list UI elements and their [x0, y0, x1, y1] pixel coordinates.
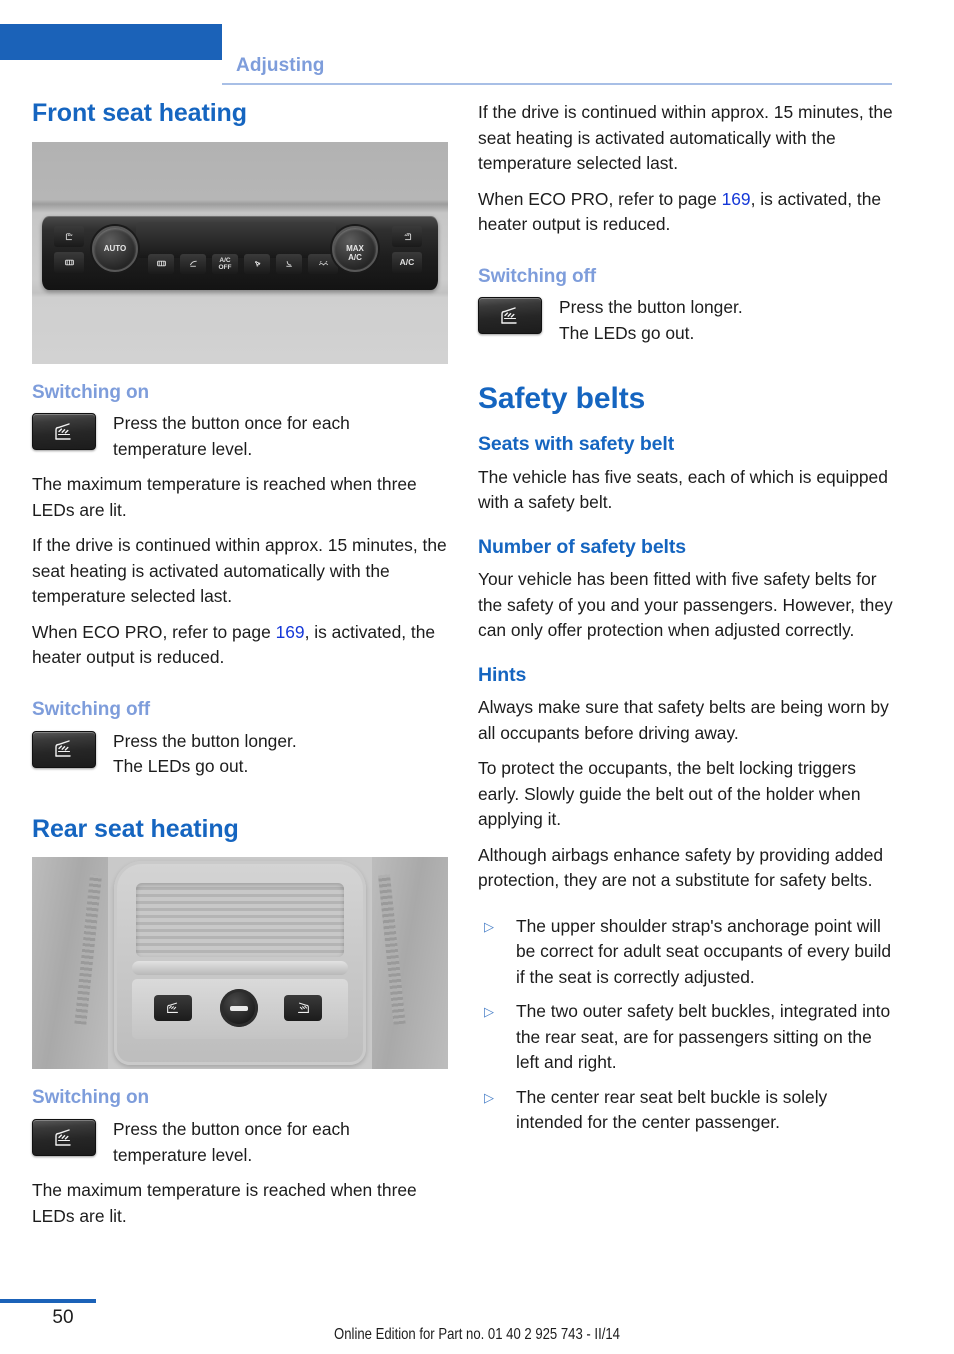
- header-rule: [222, 83, 892, 85]
- heading-rear-seat-heating: Rear seat heating: [32, 814, 239, 843]
- airflow-face-button-icon: [180, 253, 206, 274]
- rear-defroster-button-icon: [54, 251, 84, 273]
- heading-switching-off-front: Switching off: [32, 698, 150, 720]
- figure-rear-center-console: [32, 857, 448, 1070]
- bullet-triangle-icon: ▷: [484, 1089, 494, 1105]
- bullet-triangle-icon: ▷: [484, 1004, 494, 1020]
- seat-heating-button-graphic-col-3: [32, 1117, 110, 1157]
- para-hints-1: Always make sure that safety belts are b…: [478, 697, 889, 743]
- right-column: If the drive is continued within approx.…: [478, 100, 894, 1136]
- hints-bullet-list: ▷ The upper shoulder strap's anchorage p…: [478, 914, 894, 1136]
- seat-heating-right-button-icon: [392, 225, 422, 247]
- para-max-temperature-front: The maximum temperature is reached when …: [32, 474, 417, 520]
- heading-front-seat-heating: Front seat heating: [32, 99, 247, 127]
- para-max-temperature-rear: The maximum temperature is reached when …: [32, 1180, 417, 1226]
- ac-off-button: A/C OFF: [212, 253, 238, 274]
- bullet-triangle-icon: ▷: [484, 918, 494, 934]
- switching-off-rear-instruction-row: Press the button longer. The LEDs go out…: [478, 295, 894, 346]
- heading-switching-on-rear: Switching on: [32, 1087, 150, 1109]
- para-eco-pro-front-pre: When ECO PRO, refer to page: [32, 621, 276, 642]
- heading-switching-on-front: Switching on: [32, 381, 150, 403]
- left-column: Front seat heating AUTO A/C OFF MAX A/C …: [32, 99, 448, 1229]
- rear-console-lid-graphic: [132, 961, 348, 976]
- fan-speed-button-icon: [244, 253, 270, 274]
- para-drive-continued-right: If the drive is continued within approx.…: [478, 102, 893, 173]
- list-item: ▷ The upper shoulder strap's anchorage p…: [478, 914, 894, 991]
- max-ac-knob: MAX A/C: [332, 225, 378, 272]
- list-item: ▷ The center rear seat belt buckle is so…: [478, 1085, 894, 1136]
- seat-heating-button-icon: [32, 1119, 96, 1157]
- socket-contact-bar: [230, 1005, 248, 1011]
- airflow-footwell-button-icon: [276, 253, 302, 274]
- page-link-169-right[interactable]: 169: [722, 189, 751, 209]
- page-link-169-front[interactable]: 169: [276, 622, 305, 642]
- switching-off-front-line-2: The LEDs go out.: [113, 756, 249, 777]
- ac-button-label: A/C: [399, 257, 415, 267]
- auto-knob-label: AUTO: [103, 243, 127, 253]
- seat-heating-button-graphic-col-4: [478, 295, 556, 335]
- bullet-text: The upper shoulder strap's anchorage poi…: [516, 915, 892, 987]
- cigarette-lighter-socket-graphic: [220, 989, 258, 1028]
- heading-safety-belts: Safety belts: [478, 382, 646, 416]
- seat-heating-button-icon: [32, 413, 96, 451]
- switching-off-rear-instruction-text: Press the button longer. The LEDs go out…: [556, 295, 894, 346]
- ac-off-label-bottom: OFF: [218, 263, 232, 271]
- climate-panel-display-strip: [136, 221, 336, 258]
- bullet-text: The two outer safety belt buckles, integ…: [516, 1001, 891, 1073]
- switching-off-rear-line-2: The LEDs go out.: [559, 322, 695, 343]
- seat-heating-left-button-icon: [54, 225, 84, 247]
- max-ac-knob-label-top: MAX: [346, 243, 364, 253]
- switching-off-front-line-1: Press the button longer.: [113, 730, 297, 751]
- ac-button: A/C: [392, 251, 422, 273]
- header-tab-adjusting-label: Adjusting: [236, 55, 325, 76]
- seat-heating-button-graphic-col: [32, 411, 110, 451]
- para-number-of-safety-belts: Your vehicle has been fitted with five s…: [478, 569, 893, 641]
- heading-switching-off-rear: Switching off: [478, 265, 596, 287]
- para-hints-2: To protect the occupants, the belt locki…: [478, 758, 861, 830]
- rear-seat-heating-left-button-icon: [154, 995, 192, 1022]
- para-eco-pro-right-pre: When ECO PRO, refer to page: [478, 188, 722, 209]
- switching-off-front-instruction-text: Press the button longer. The LEDs go out…: [110, 729, 448, 780]
- rear-air-vent-graphic: [136, 883, 344, 958]
- rear-seat-heating-right-button-icon: [284, 995, 322, 1022]
- auto-climate-knob: AUTO: [92, 225, 138, 272]
- para-hints-3: Although airbags enhance safety by provi…: [478, 844, 884, 891]
- max-ac-knob-label-bottom: A/C: [348, 252, 362, 262]
- switching-on-rear-instruction-row: Press the button once for each temperatu…: [32, 1117, 448, 1168]
- switching-on-front-instruction-text: Press the button once for each temperatu…: [113, 413, 350, 459]
- figure-climate-control-panel: AUTO A/C OFF MAX A/C A/C: [32, 141, 448, 364]
- windshield-defroster-button-icon: [148, 253, 174, 274]
- seat-heating-button-graphic-col-2: [32, 729, 110, 768]
- switching-on-front-instruction-row: Press the button once for each temperatu…: [32, 411, 448, 462]
- footer-edition-note: Online Edition for Part no. 01 40 2 925 …: [334, 1326, 620, 1343]
- heading-number-of-safety-belts: Number of safety belts: [478, 535, 687, 558]
- para-seats-with-safety-belt: The vehicle has five seats, each of whic…: [478, 466, 888, 513]
- header-tab-controls: [0, 24, 222, 60]
- heading-seats-with-safety-belt: Seats with safety belt: [478, 433, 675, 456]
- seat-heating-button-icon: [478, 297, 542, 335]
- ac-off-label-top: A/C: [219, 256, 231, 264]
- header-tab-controls-label: Controls: [857, 31, 936, 52]
- switching-on-rear-instruction-text: Press the button once for each temperatu…: [113, 1119, 350, 1165]
- list-item: ▷ The two outer safety belt buckles, int…: [478, 999, 894, 1076]
- heading-hints: Hints: [478, 663, 527, 686]
- switching-off-front-instruction-row: Press the button longer. The LEDs go out…: [32, 729, 448, 780]
- para-eco-pro-front: When ECO PRO, refer to page 169, is acti…: [32, 620, 448, 671]
- switching-off-rear-line-1: Press the button longer.: [559, 297, 743, 318]
- bullet-text: The center rear seat belt buckle is sole…: [516, 1086, 828, 1133]
- para-eco-pro-right: When ECO PRO, refer to page 169, is acti…: [478, 187, 894, 238]
- seat-heating-button-icon: [32, 730, 96, 768]
- page-header: Controls Adjusting: [0, 24, 954, 85]
- para-drive-continued-front: If the drive is continued within approx.…: [32, 535, 447, 607]
- footer-rule: [0, 1299, 96, 1303]
